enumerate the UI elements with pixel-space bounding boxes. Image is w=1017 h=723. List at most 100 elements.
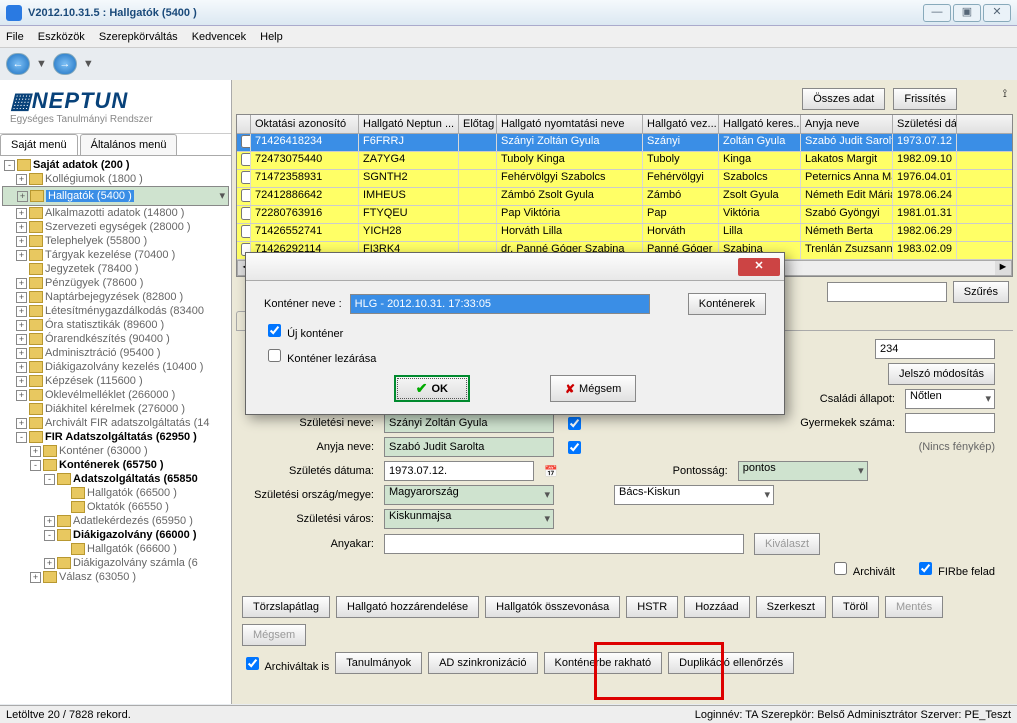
menu-tools[interactable]: Eszközök	[38, 31, 85, 43]
dialog-cancel-button[interactable]: ✘Mégsem	[550, 375, 636, 402]
tree-item[interactable]: +Kollégiumok (1800 )	[2, 172, 229, 186]
menu-help[interactable]: Help	[260, 31, 283, 43]
anyakar-input[interactable]	[384, 534, 744, 554]
menu-file[interactable]: File	[6, 31, 24, 43]
tree-item[interactable]: -Konténerek (65750 )	[2, 458, 229, 472]
jelszo-modositas-button[interactable]: Jelszó módosítás	[888, 363, 995, 385]
forward-dropdown-icon[interactable]: ▼	[83, 58, 94, 70]
tree-item[interactable]: +Szervezeti egységek (28000 )	[2, 220, 229, 234]
action-button[interactable]: Mentés	[885, 596, 943, 618]
szuletes-varos-select[interactable]: Kiskunmajsa	[384, 509, 554, 529]
action-button[interactable]: HSTR	[626, 596, 678, 618]
uj-kontener-checkbox[interactable]: Új konténer	[264, 321, 343, 340]
gyermek-input[interactable]	[905, 413, 995, 433]
tree-item[interactable]: +Óra statisztikák (89600 )	[2, 318, 229, 332]
column-header[interactable]	[237, 115, 251, 133]
column-header[interactable]: Hallgató Neptun ...	[359, 115, 459, 133]
osszes-adat-button[interactable]: Összes adat	[802, 88, 885, 110]
tab-sajat-menu[interactable]: Saját menü	[0, 134, 78, 155]
tree-item[interactable]: Jegyzetek (78400 )	[2, 262, 229, 276]
tree-item[interactable]: +Tárgyak kezelése (70400 )	[2, 248, 229, 262]
anyja-neve-input[interactable]	[384, 437, 554, 457]
tree-item[interactable]: +Pénzügyek (78600 )	[2, 276, 229, 290]
tree-item[interactable]: Oktatók (66550 )	[2, 500, 229, 514]
id-field[interactable]	[875, 339, 995, 359]
tree-item[interactable]: +Képzések (115600 )	[2, 374, 229, 388]
tree-item[interactable]: -Saját adatok (200 )	[2, 158, 229, 172]
dialog-ok-button[interactable]: ✔OK	[394, 375, 470, 402]
menu-rolechange[interactable]: Szerepkörváltás	[99, 31, 178, 43]
maximize-button[interactable]: ▣	[953, 4, 981, 22]
kontener-lezarasa-checkbox[interactable]: Konténer lezárása	[264, 346, 376, 365]
dialog-close-button[interactable]: ✕	[738, 258, 780, 276]
tree-item[interactable]: -FIR Adatszolgáltatás (62950 )	[2, 430, 229, 444]
tree-item[interactable]: +Adatlekérdezés (65950 )	[2, 514, 229, 528]
tree-item[interactable]: +Konténer (63000 )	[2, 444, 229, 458]
tree-item[interactable]: +Órarendkészítés (90400 )	[2, 332, 229, 346]
tree-item[interactable]: +Hallgatók (5400 )	[2, 186, 229, 206]
column-header[interactable]: Hallgató nyomtatási neve	[497, 115, 643, 133]
nav-tree[interactable]: -Saját adatok (200 )+Kollégiumok (1800 )…	[0, 156, 231, 704]
firbe-checkbox[interactable]: FIRbe felad	[915, 559, 995, 578]
kontenerek-button[interactable]: Konténerek	[688, 293, 766, 315]
action-button[interactable]: Hallgató hozzárendelése	[336, 596, 479, 618]
tab-altalanos-menu[interactable]: Általános menü	[80, 134, 178, 155]
tree-item[interactable]: +Telephelyek (55800 )	[2, 234, 229, 248]
anyja-check[interactable]	[568, 441, 581, 454]
tree-item[interactable]: Hallgatók (66600 )	[2, 542, 229, 556]
csalad-select[interactable]: Nőtlen	[905, 389, 995, 409]
column-header[interactable]: Előtag	[459, 115, 497, 133]
szures-button[interactable]: Szűrés	[953, 281, 1009, 303]
tree-item[interactable]: +Diákigazolvány kezelés (10400 )	[2, 360, 229, 374]
close-button[interactable]: ✕	[983, 4, 1011, 22]
tree-item[interactable]: +Létesítménygazdálkodás (83400	[2, 304, 229, 318]
minimize-button[interactable]: —	[923, 4, 951, 22]
tree-item[interactable]: +Alkalmazotti adatok (14800 )	[2, 206, 229, 220]
tree-item[interactable]: +Archivált FIR adatszolgáltatás (14	[2, 416, 229, 430]
action-button[interactable]: AD szinkronizáció	[428, 652, 537, 674]
kontener-neve-input[interactable]	[350, 294, 650, 314]
tree-item[interactable]: Diákhitel kérelmek (276000 )	[2, 402, 229, 416]
megye-select[interactable]: Bács-Kiskun	[614, 485, 774, 505]
tree-item[interactable]: +Válasz (63050 )	[2, 570, 229, 584]
back-dropdown-icon[interactable]: ▼	[36, 58, 47, 70]
szulnev-check[interactable]	[568, 417, 581, 430]
table-row[interactable]: 71426418234F6FRRJSzányi Zoltán GyulaSzán…	[237, 134, 1012, 152]
action-button[interactable]: Mégsem	[242, 624, 306, 646]
column-header[interactable]: Anyja neve	[801, 115, 893, 133]
kivalaszt-button[interactable]: Kiválaszt	[754, 533, 820, 555]
column-header[interactable]: Hallgató vez...	[643, 115, 719, 133]
action-button[interactable]: Hallgatók összevonása	[485, 596, 620, 618]
table-row[interactable]: 72280763916FTYQEUPap ViktóriaPapViktória…	[237, 206, 1012, 224]
tree-item[interactable]: Hallgatók (66500 )	[2, 486, 229, 500]
tree-item[interactable]: +Diákigazolvány számla (6	[2, 556, 229, 570]
tree-item[interactable]: -Adatszolgáltatás (65850	[2, 472, 229, 486]
szuletesi-neve-input[interactable]	[384, 413, 554, 433]
action-button[interactable]: Hozzáad	[684, 596, 749, 618]
pin-icon[interactable]: ⟟	[1003, 88, 1007, 110]
tree-item[interactable]: +Naptárbejegyzések (82800 )	[2, 290, 229, 304]
column-header[interactable]: Hallgató keres...	[719, 115, 801, 133]
calendar-icon[interactable]: 📅	[544, 465, 558, 478]
column-header[interactable]: Oktatási azonosító	[251, 115, 359, 133]
nav-back-button[interactable]: ←	[6, 53, 30, 75]
table-row[interactable]: 71426552741YICH28Horváth LillaHorváthLil…	[237, 224, 1012, 242]
table-row[interactable]: 71472358931SGNTH2Fehérvölgyi SzabolcsFeh…	[237, 170, 1012, 188]
tree-item[interactable]: -Diákigazolvány (66000 )	[2, 528, 229, 542]
table-row[interactable]: 72412886642IMHEUSZámbó Zsolt GyulaZámbóZ…	[237, 188, 1012, 206]
tree-item[interactable]: +Adminisztráció (95400 )	[2, 346, 229, 360]
szuletes-orszag-select[interactable]: Magyarország	[384, 485, 554, 505]
nav-forward-button[interactable]: →	[53, 53, 77, 75]
action-button[interactable]: Töröl	[832, 596, 879, 618]
szuletes-datuma-input[interactable]	[384, 461, 534, 481]
filter-input[interactable]	[827, 282, 947, 302]
frissites-button[interactable]: Frissítés	[893, 88, 957, 110]
tree-item[interactable]: +Oklevélmelléklet (266000 )	[2, 388, 229, 402]
pontossag-select[interactable]: pontos	[738, 461, 868, 481]
action-button[interactable]: Szerkeszt	[756, 596, 826, 618]
action-button[interactable]: Törzslapátlag	[242, 596, 330, 618]
archivalt-checkbox[interactable]: Archivált	[830, 559, 895, 578]
column-header[interactable]: Születési dá	[893, 115, 957, 133]
action-button[interactable]: Tanulmányok	[335, 652, 422, 674]
table-row[interactable]: 72473075440ZA7YG4Tuboly KingaTubolyKinga…	[237, 152, 1012, 170]
